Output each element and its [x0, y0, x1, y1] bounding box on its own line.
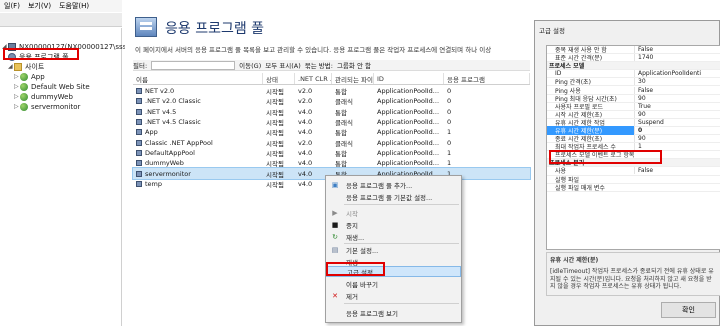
tree-label-site: dummyWeb: [31, 92, 73, 101]
table-row[interactable]: App 시작됨 v4.0 통합 ApplicationPoolId... 1: [133, 127, 530, 137]
add-pool-icon: ▣: [331, 180, 339, 189]
group-by-label: 묶는 방법:: [304, 62, 333, 70]
table-row[interactable]: NET v2.0 시작됨 v2.0 통합 ApplicationPoolId... 0: [133, 86, 530, 96]
menu-separator: [344, 204, 459, 205]
menu-item-rename[interactable]: 이름 바꾸기: [326, 278, 461, 289]
menu-file[interactable]: 일(F): [0, 1, 24, 11]
property-grid: 중복 재생 사용 안 함 False 표준 시간 간격(분) 1740 프로세스 모…: [546, 45, 720, 250]
highlight-box: [549, 150, 662, 164]
app-pool-icon: [136, 98, 142, 105]
tree-label-site: Default Web Site: [31, 82, 90, 91]
go-button[interactable]: 이동(G): [239, 60, 261, 70]
column-header[interactable]: 응용 프로그램: [444, 73, 530, 84]
column-header[interactable]: .NET CLR ...: [295, 73, 332, 84]
ok-button[interactable]: 확인: [661, 302, 716, 318]
help-text: [idleTimeout] 작업자 프로세스가 종료되기 전에 유휴 상태로 유…: [550, 268, 714, 290]
table-header: 이름 상태 .NET CLR ... 관리되는 파이... ID 응용 프로그램: [133, 73, 530, 85]
globe-icon: [20, 82, 28, 91]
tree-label-site: App: [31, 72, 45, 81]
column-header[interactable]: 이름: [133, 73, 263, 84]
column-header[interactable]: 상태: [263, 73, 295, 84]
filter-input[interactable]: [151, 60, 236, 70]
app-pool-icon: [136, 170, 142, 177]
menu-item-add-pool[interactable]: ▣ 응용 프로그램 풀 추가...: [326, 179, 461, 190]
menu-bar: 일(F) 보기(V) 도움말(H): [0, 0, 122, 12]
menu-item-recycle[interactable]: ↻ 재생...: [326, 231, 461, 242]
app-pool-icon: [136, 139, 142, 146]
stop-icon: ■: [331, 220, 339, 229]
highlight-box: [326, 262, 385, 276]
tree-toolbar: [0, 13, 122, 27]
tree-item-site[interactable]: ▷ servermonitor: [14, 101, 80, 112]
column-header[interactable]: 관리되는 파이...: [332, 73, 374, 84]
highlight-box: [3, 48, 79, 60]
delete-icon: ✕: [332, 291, 338, 300]
menu-item-remove[interactable]: ✕ 제거: [326, 290, 461, 301]
show-all-button[interactable]: 모두 표시(A): [265, 60, 301, 70]
app-pool-table: NET v2.0 시작됨 v2.0 통합 ApplicationPoolId... 0 .…: [132, 86, 531, 189]
app-pool-icon: [136, 119, 142, 126]
table-row[interactable]: .NET v4.5 Classic 시작됨 v4.0 클래식 ApplicationPo…: [133, 117, 530, 127]
property-category[interactable]: 프로세스 모델: [547, 62, 720, 71]
settings-icon: ▤: [331, 245, 339, 254]
property-row[interactable]: 실행 파일 매개 변수: [547, 184, 720, 192]
page-description: 이 페이지에서 서버의 응용 프로그램 풀 목록을 보고 관리할 수 있습니다.…: [135, 46, 492, 54]
menu-separator: [344, 303, 459, 304]
folder-icon: [14, 62, 22, 71]
app-pool-icon: [136, 88, 142, 95]
app-pool-icon: [136, 129, 142, 136]
menu-help[interactable]: 도움말(H): [55, 1, 93, 11]
filter-label: 필터:: [133, 62, 148, 70]
table-row[interactable]: .NET v2.0 Classic 시작됨 v2.0 클래식 ApplicationPo…: [133, 96, 530, 106]
app-pool-icon: [136, 180, 142, 187]
tree-label-site: servermonitor: [31, 102, 81, 111]
app-pool-icon: [136, 108, 142, 115]
table-row[interactable]: .NET v4.5 시작됨 v4.0 통합 ApplicationPoolId... 0: [133, 107, 530, 117]
filter-bar: 필터: 이동(G) 모두 표시(A) 묶는 방법: 그룹화 안 함: [133, 60, 530, 71]
context-menu: ▣ 응용 프로그램 풀 추가... 응용 프로그램 풀 기본값 설정... ▶ 시작…: [325, 175, 462, 323]
menu-item-stop[interactable]: ■ 중지: [326, 219, 461, 230]
tree-label-sites: 사이트: [25, 62, 45, 71]
globe-icon: [20, 72, 28, 81]
connections-tree: ◢ NX00000127(NX00000127\sssss) 응용 프로그램 풀…: [0, 28, 136, 326]
globe-icon: [20, 102, 28, 111]
recycle-icon: ↻: [332, 232, 338, 241]
page-title: 응용 프로그램 풀: [165, 21, 265, 37]
menu-view[interactable]: 보기(V): [24, 1, 55, 11]
column-header[interactable]: ID: [374, 73, 444, 84]
app-pools-icon: [135, 17, 157, 37]
table-row[interactable]: dummyWeb 시작됨 v4.0 통합 ApplicationPoolId... 1: [133, 158, 530, 168]
play-icon: ▶: [332, 208, 338, 217]
table-row[interactable]: Classic .NET AppPool 시작됨 v2.0 클래식 Applicatio…: [133, 137, 530, 148]
group-by-select[interactable]: 그룹화 안 함: [337, 60, 371, 70]
dialog-title: 고급 설정: [539, 27, 565, 35]
app-pool-icon: [136, 149, 142, 156]
app-pool-icon: [136, 160, 142, 167]
property-help: 유휴 시간 제한(분) [idleTimeout] 작업자 프로세스가 종료되기…: [546, 252, 720, 296]
menu-item-default-settings[interactable]: 응용 프로그램 풀 기본값 설정...: [326, 191, 461, 202]
globe-icon: [20, 92, 28, 101]
menu-item-view-apps[interactable]: 응용 프로그램 보기: [326, 307, 461, 318]
advanced-settings-dialog: 고급 설정 중복 재생 사용 안 함 False 표준 시간 간격(분) 1740 …: [534, 20, 720, 326]
menu-item-start[interactable]: ▶ 시작: [326, 207, 461, 218]
menu-item-basic-settings[interactable]: ▤ 기본 설정...: [326, 244, 461, 255]
help-title: 유휴 시간 제한(분): [550, 257, 599, 264]
table-row[interactable]: DefaultAppPool 시작됨 v4.0 통합 ApplicationPoolId…: [133, 148, 530, 158]
